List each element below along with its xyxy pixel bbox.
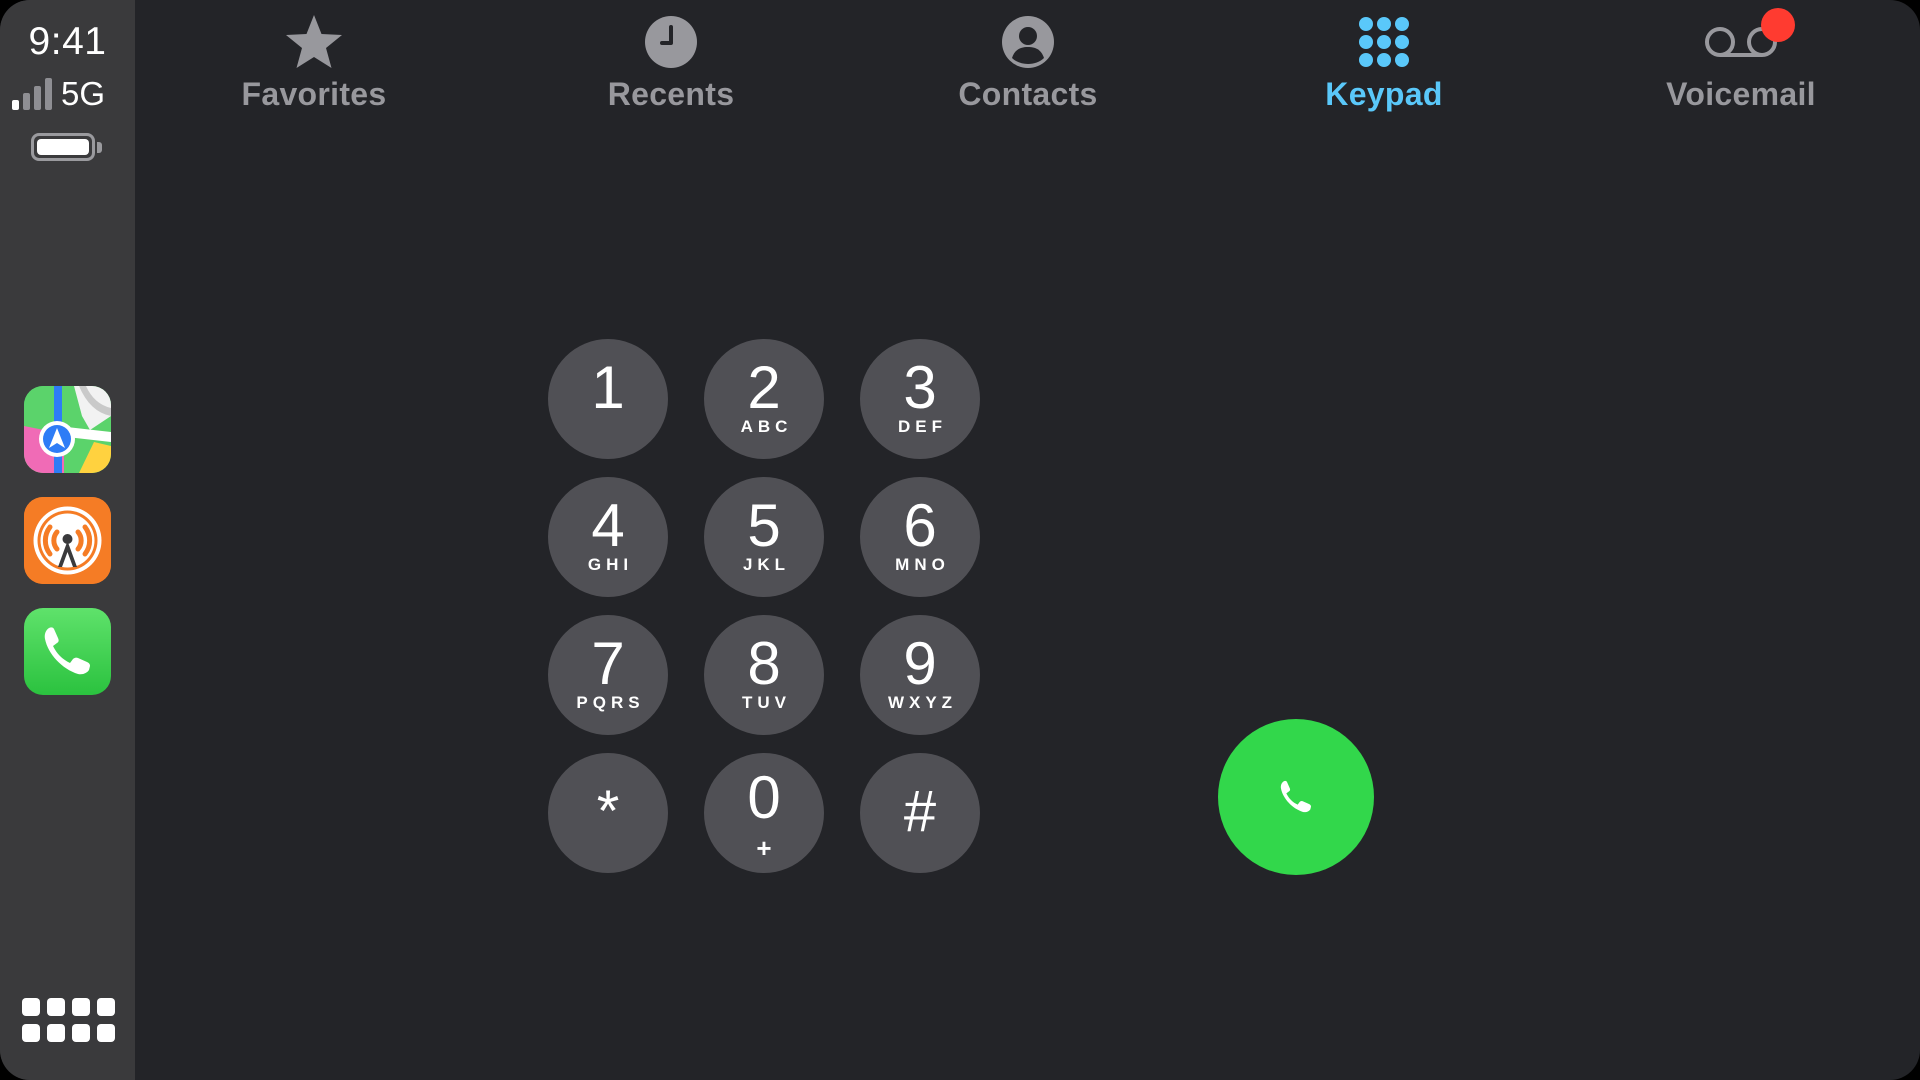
tab-label: Favorites — [241, 76, 387, 112]
key-0[interactable]: 0 + — [704, 753, 824, 873]
key-digit: 8 — [747, 630, 781, 697]
tab-contacts[interactable]: Contacts — [888, 12, 1168, 113]
phone-app-icon[interactable] — [24, 608, 111, 695]
key-hash[interactable]: # — [860, 753, 980, 873]
sidebar: 9:41 5G — [0, 0, 135, 1080]
key-9[interactable]: 9 WXYZ — [860, 615, 980, 735]
keypad-icon — [1359, 17, 1409, 67]
key-digit: 7 — [591, 630, 625, 697]
tab-recents[interactable]: Recents — [531, 12, 811, 113]
dashboard-grid-icon[interactable] — [22, 998, 115, 1046]
battery-icon — [31, 133, 95, 161]
key-digit: * — [596, 779, 620, 844]
key-letters: WXYZ — [887, 693, 958, 712]
key-letters: MNO — [895, 555, 950, 574]
key-digit: 3 — [903, 354, 937, 421]
key-3[interactable]: 3 DEF — [860, 339, 980, 459]
key-5[interactable]: 5 JKL — [704, 477, 824, 597]
tab-label: Contacts — [958, 76, 1098, 112]
voicemail-badge — [1761, 8, 1795, 42]
key-letters: ABC — [740, 417, 793, 436]
key-letters: JKL — [742, 555, 791, 574]
maps-app-icon[interactable] — [24, 386, 111, 473]
phone-icon — [1280, 780, 1311, 813]
key-8[interactable]: 8 TUV — [704, 615, 824, 735]
clock-icon — [645, 16, 697, 68]
key-star[interactable]: * — [548, 753, 668, 873]
key-2[interactable]: 2 ABC — [704, 339, 824, 459]
key-digit: 4 — [591, 492, 625, 559]
key-letters: + — [756, 833, 772, 863]
key-1[interactable]: 1 — [548, 339, 668, 459]
key-digit: # — [903, 779, 937, 844]
key-4[interactable]: 4 GHI — [548, 477, 668, 597]
key-digit: 6 — [903, 492, 937, 559]
status-network: 5G — [61, 75, 106, 112]
key-digit: 1 — [591, 354, 625, 421]
carplay-screen: 9:41 5G Favorites Recents Contacts Keypa… — [0, 0, 1920, 1080]
tab-label: Recents — [607, 76, 735, 112]
tab-favorites[interactable]: Favorites — [174, 12, 454, 113]
tab-voicemail[interactable]: Voicemail — [1601, 8, 1881, 113]
tab-label: Voicemail — [1666, 76, 1816, 112]
key-digit: 2 — [747, 354, 781, 421]
key-digit: 5 — [747, 492, 781, 559]
key-letters: TUV — [742, 693, 791, 712]
key-6[interactable]: 6 MNO — [860, 477, 980, 597]
key-letters: GHI — [587, 555, 634, 574]
battery-cap — [97, 142, 102, 153]
star-icon — [286, 15, 342, 68]
key-letters: DEF — [898, 417, 947, 436]
tab-label: Keypad — [1325, 76, 1443, 112]
signal-bars-icon — [12, 78, 52, 110]
key-letters: PQRS — [576, 693, 645, 712]
key-digit: 0 — [747, 764, 781, 831]
status-signal: 5G — [12, 76, 105, 110]
person-icon — [1002, 16, 1054, 68]
key-7[interactable]: 7 PQRS — [548, 615, 668, 735]
key-digit: 9 — [903, 630, 937, 697]
tab-keypad[interactable]: Keypad — [1244, 12, 1524, 113]
status-time: 9:41 — [28, 20, 107, 63]
overcast-app-icon[interactable] — [24, 497, 111, 584]
call-button[interactable] — [1218, 719, 1374, 875]
